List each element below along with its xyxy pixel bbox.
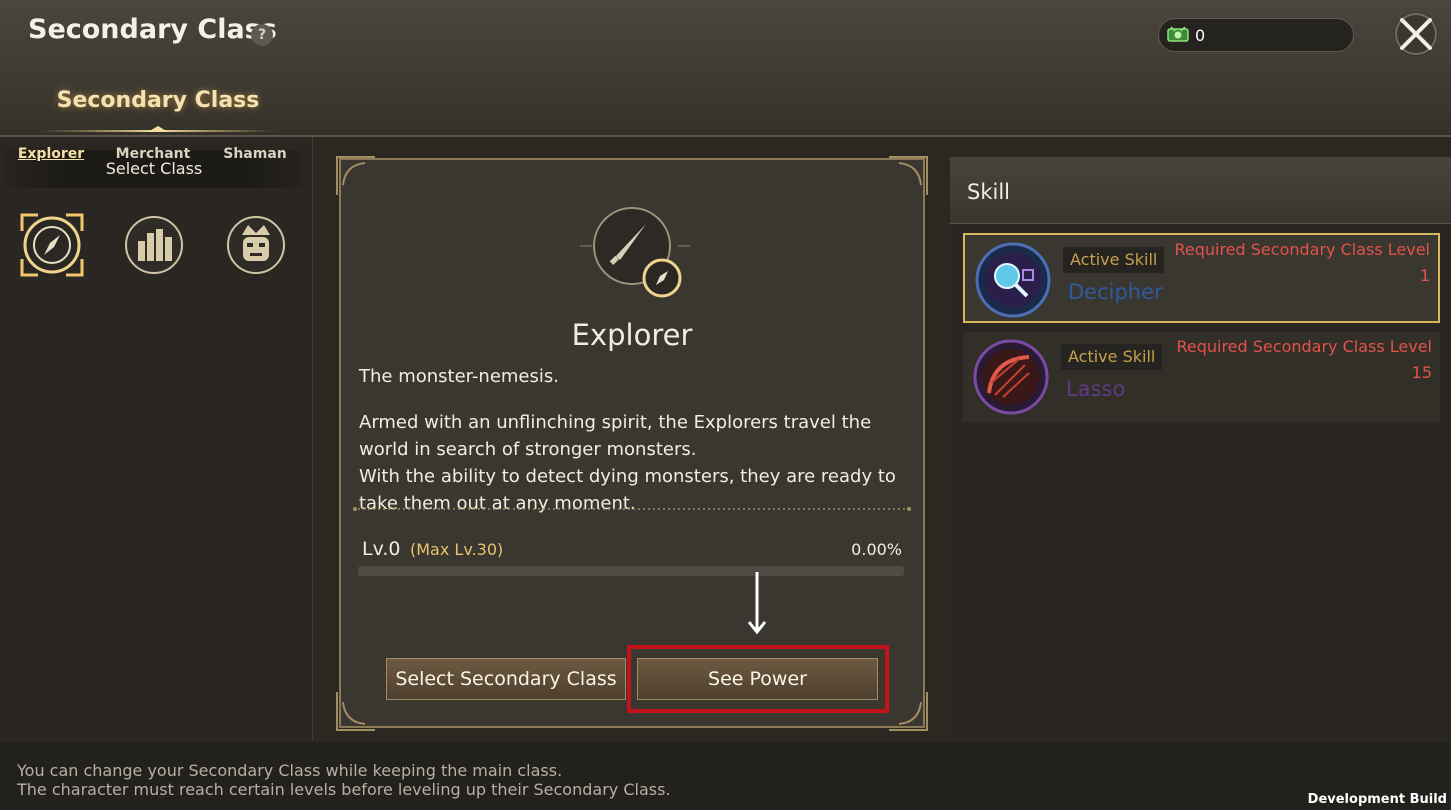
skill-name: Lasso	[1066, 377, 1126, 401]
skill-type-badge: Active Skill	[1061, 344, 1163, 370]
mask-icon	[227, 216, 285, 274]
class-list-panel: Select Class	[0, 137, 313, 740]
level-label: Lv.0	[362, 538, 401, 560]
skill-card-lasso[interactable]: Active Skill Lasso Required Secondary Cl…	[963, 332, 1440, 422]
compass-icon	[20, 213, 84, 277]
skill-header: Skill	[950, 157, 1451, 224]
coins-icon	[125, 216, 183, 274]
currency-value: 0	[1195, 26, 1206, 45]
page-title: Secondary Class	[28, 14, 277, 45]
lasso-icon	[973, 339, 1049, 415]
class-label-merchant: Merchant	[115, 146, 191, 162]
corner-ornament	[889, 692, 928, 731]
corner-ornament	[336, 156, 375, 195]
class-tagline: The monster-nemesis.	[359, 366, 559, 387]
skill-requirement: Required Secondary Class Level 15	[1152, 334, 1432, 386]
footer-line: The character must reach certain levels …	[17, 780, 671, 799]
class-item-explorer[interactable]	[6, 207, 96, 307]
skill-card-decipher[interactable]: Active Skill Decipher Required Secondary…	[963, 233, 1440, 323]
tab-secondary-class[interactable]: Secondary Class	[40, 88, 276, 113]
class-label-explorer: Explorer	[17, 146, 85, 162]
corner-ornament	[889, 156, 928, 195]
help-icon[interactable]: ?	[251, 24, 273, 46]
level-progress-text: 0.00%	[851, 540, 902, 559]
skill-requirement-level: 1	[1419, 266, 1430, 285]
skill-requirement: Required Secondary Class Level 1	[1150, 237, 1430, 289]
see-power-button[interactable]: See Power	[637, 658, 878, 700]
skill-requirement-level: 15	[1411, 363, 1432, 382]
max-level-label: (Max Lv.30)	[410, 540, 504, 559]
class-description-line: Armed with an unflinching spirit, the Ex…	[359, 412, 872, 460]
select-secondary-class-button[interactable]: Select Secondary Class	[386, 658, 626, 700]
top-bar: Secondary Class ? 0 Secondary Class	[0, 0, 1451, 137]
class-label-shaman: Shaman	[223, 146, 287, 162]
class-item-shaman[interactable]	[210, 207, 300, 307]
footer-info: You can change your Secondary Class whil…	[0, 742, 1451, 810]
footer-line: You can change your Secondary Class whil…	[17, 761, 563, 780]
class-description: Armed with an unflinching spirit, the Ex…	[359, 409, 909, 517]
corner-ornament	[336, 692, 375, 731]
arrow-down-icon	[747, 572, 767, 635]
tab-active-indicator	[40, 126, 276, 132]
currency-display: 0	[1158, 18, 1354, 52]
dagger-compass-icon	[580, 207, 690, 298]
skill-requirement-label: Required Secondary Class Level	[1176, 337, 1432, 356]
development-build-label: Development Build	[1307, 792, 1447, 807]
level-progress-bar	[358, 566, 904, 576]
class-name: Explorer	[571, 318, 693, 352]
skill-header-label: Skill	[967, 180, 1010, 204]
close-icon	[1395, 13, 1437, 55]
skill-name: Decipher	[1068, 280, 1163, 304]
currency-icon	[1167, 26, 1189, 42]
dotted-divider	[353, 507, 911, 511]
close-button[interactable]	[1394, 12, 1438, 56]
magnifier-icon	[975, 242, 1051, 318]
skill-requirement-label: Required Secondary Class Level	[1174, 240, 1430, 259]
class-item-merchant[interactable]	[108, 207, 198, 307]
